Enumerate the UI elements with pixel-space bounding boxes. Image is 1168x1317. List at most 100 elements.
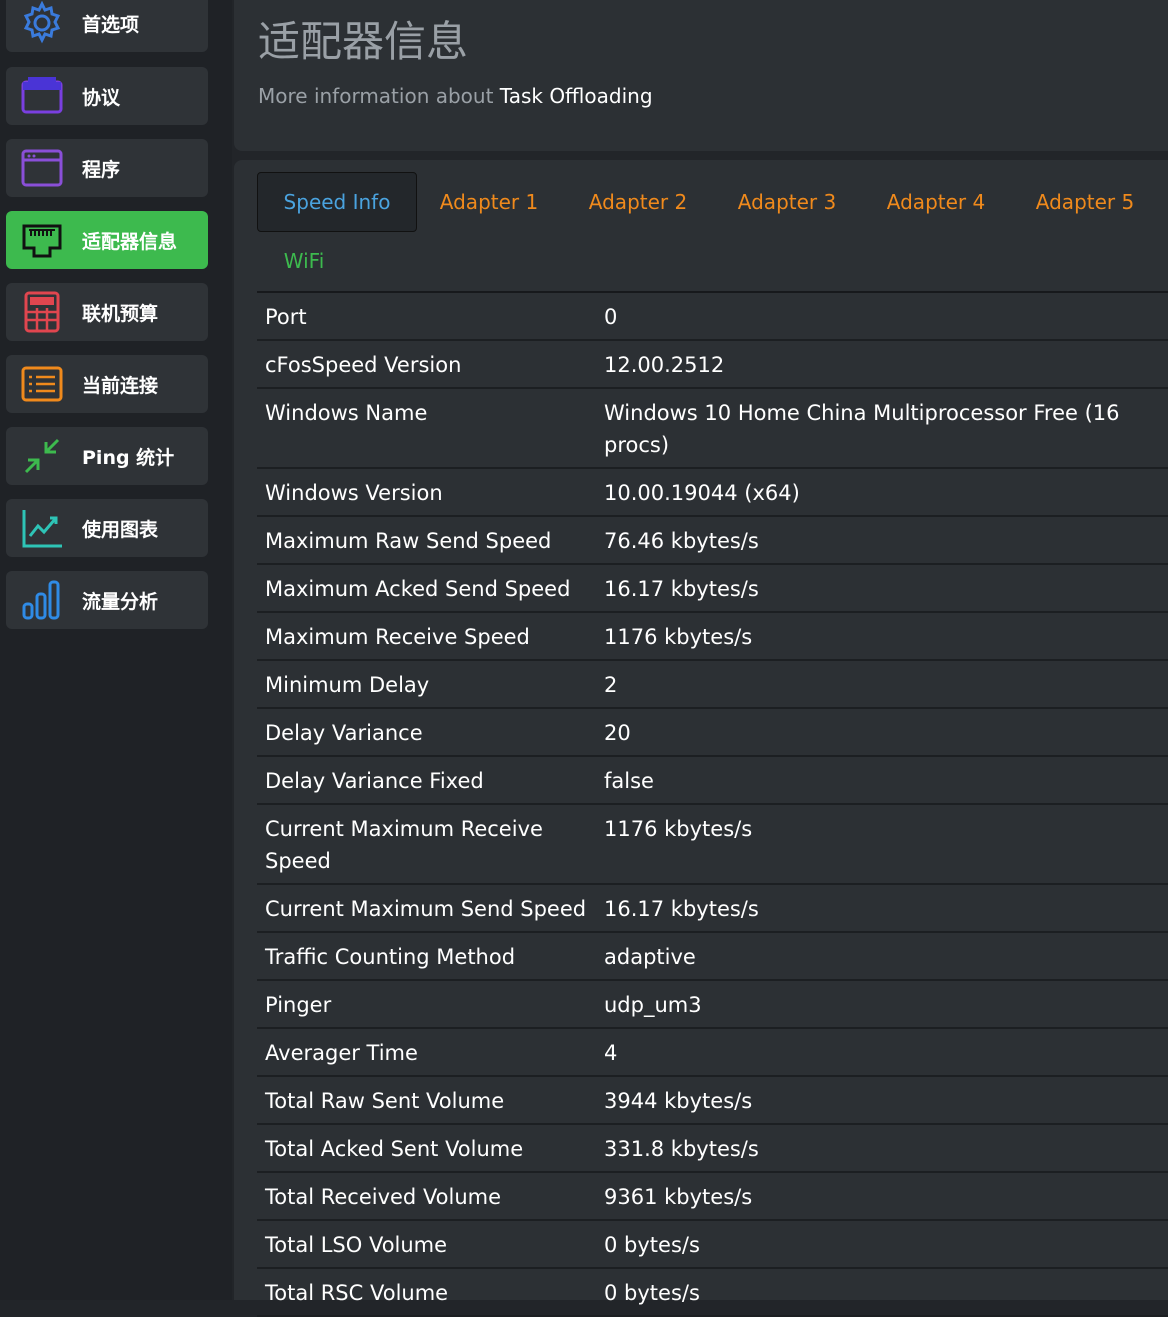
row-key: Total RSC Volume [265,1281,449,1305]
row-value: Windows 10 Home China Multiprocessor Fre… [604,401,1120,457]
table-row: Pinger udp_um3 [257,981,1168,1029]
row-key: Total Received Volume [265,1185,502,1209]
table-row: Total LSO Volume 0 bytes/s [257,1221,1168,1269]
sidebar-item-label: 当前连接 [82,374,159,397]
row-value: udp_um3 [604,993,702,1017]
tab-adapter-3[interactable]: Adapter 3 [728,173,846,231]
row-value: 0 bytes/s [604,1281,700,1305]
content-panel: Speed Info Adapter 1 Adapter 2 Adapter 3… [234,160,1168,1317]
sidebar-item-usage-chart[interactable]: 使用图表 [6,499,208,557]
row-value: 3944 kbytes/s [604,1089,753,1113]
sidebar-item-preferences[interactable]: 首选项 [6,0,208,52]
gear-icon [18,0,66,47]
table-row: Delay Variance 20 [257,709,1168,757]
header-panel: 适配器信息 More information about Task Offloa… [234,0,1168,151]
speed-info-table: Port 0 cFosSpeed Version 12.00.2512 Windows … [257,291,1168,1317]
row-key: Port [265,305,307,329]
sidebar: 首选项 协议 程序 适配器信息 联机预算 当前连接 Ping 统计 使用图表 流… [0,0,232,1300]
sidebar-item-label: 使用图表 [82,518,159,541]
sidebar-item-adapter-info[interactable]: 适配器信息 [6,211,208,269]
row-value: 1176 kbytes/s [604,625,753,649]
sidebar-item-label: 程序 [82,158,121,181]
row-key: Windows Version [265,481,443,505]
network-adapter-icon [18,216,66,264]
table-row: Total RSC Volume 0 bytes/s [257,1269,1168,1317]
row-key: Total Acked Sent Volume [265,1137,524,1161]
tab-speed-info[interactable]: Speed Info [257,172,417,232]
table-row: Maximum Raw Send Speed 76.46 kbytes/s [257,517,1168,565]
bar-chart-icon [18,576,66,624]
row-key: Pinger [265,993,332,1017]
row-key: Windows Name [265,401,428,425]
table-row: Current Maximum Send Speed 16.17 kbytes/s [257,885,1168,933]
calculator-icon [18,288,66,336]
sidebar-item-traffic-analysis[interactable]: 流量分析 [6,571,208,629]
row-value: 0 [604,305,618,329]
table-row: Averager Time 4 [257,1029,1168,1077]
table-row: Maximum Receive Speed 1176 kbytes/s [257,613,1168,661]
row-key: Current Maximum Send Speed [265,897,587,921]
task-offloading-link[interactable]: Task Offloading [500,84,653,108]
tab-adapter-5[interactable]: Adapter 5 [1026,173,1144,231]
row-key: Total LSO Volume [265,1233,448,1257]
table-row: cFosSpeed Version 12.00.2512 [257,341,1168,389]
table-row: Windows Version 10.00.19044 (x64) [257,469,1168,517]
tab-adapter-4[interactable]: Adapter 4 [877,173,995,231]
sidebar-item-label: 首选项 [82,13,140,36]
table-row: Traffic Counting Method adaptive [257,933,1168,981]
sidebar-item-online-budget[interactable]: 联机预算 [6,283,208,341]
tab-adapter-2[interactable]: Adapter 2 [579,173,697,231]
table-row: Total Acked Sent Volume 331.8 kbytes/s [257,1125,1168,1173]
table-row: Total Received Volume 9361 kbytes/s [257,1173,1168,1221]
subtitle-prefix: More information about [258,84,494,108]
row-key: Total Raw Sent Volume [265,1089,505,1113]
table-row: Windows Name Windows 10 Home China Multip… [257,389,1168,469]
list-icon [18,360,66,408]
protocol-window-icon [18,72,66,120]
row-value: 12.00.2512 [604,353,725,377]
sidebar-item-ping-stats[interactable]: Ping 统计 [6,427,208,485]
row-key: Minimum Delay [265,673,430,697]
page-title: 适配器信息 [258,17,469,66]
subtitle: More information about Task Offloading [258,84,653,108]
program-window-icon [18,144,66,192]
row-key: Averager Time [265,1041,418,1065]
table-row: Port 0 [257,293,1168,341]
sidebar-item-label: 联机预算 [82,302,159,325]
table-row: Delay Variance Fixed false [257,757,1168,805]
row-key: Traffic Counting Method [265,945,516,969]
row-value: 1176 kbytes/s [604,817,753,841]
sidebar-item-label: 适配器信息 [82,230,178,253]
sidebar-item-current-connections[interactable]: 当前连接 [6,355,208,413]
row-value: 10.00.19044 (x64) [604,481,800,505]
sidebar-item-programs[interactable]: 程序 [6,139,208,197]
table-row: Maximum Acked Send Speed 16.17 kbytes/s [257,565,1168,613]
line-chart-icon [18,504,66,552]
row-key: Maximum Receive Speed [265,625,530,649]
row-value: 2 [604,673,618,697]
row-key: Current Maximum Receive Speed [265,817,543,873]
table-row: Minimum Delay 2 [257,661,1168,709]
row-value: 331.8 kbytes/s [604,1137,759,1161]
row-value: 0 bytes/s [604,1233,700,1257]
table-row: Current Maximum Receive Speed 1176 kbytes… [257,805,1168,885]
tab-adapter-1[interactable]: Adapter 1 [430,173,548,231]
row-value: 4 [604,1041,618,1065]
compress-arrows-icon [18,432,66,480]
row-key: Maximum Acked Send Speed [265,577,571,601]
sidebar-item-label: 流量分析 [82,590,159,613]
row-value: 20 [604,721,631,745]
row-value: 9361 kbytes/s [604,1185,753,1209]
tab-wifi[interactable]: WiFi [274,232,334,290]
table-row: Total Raw Sent Volume 3944 kbytes/s [257,1077,1168,1125]
row-value: false [604,769,654,793]
row-value: 16.17 kbytes/s [604,577,759,601]
row-key: Delay Variance [265,721,423,745]
row-key: cFosSpeed Version [265,353,462,377]
row-value: adaptive [604,945,696,969]
row-key: Delay Variance Fixed [265,769,484,793]
row-key: Maximum Raw Send Speed [265,529,552,553]
sidebar-item-label: 协议 [82,86,121,109]
row-value: 16.17 kbytes/s [604,897,759,921]
sidebar-item-protocols[interactable]: 协议 [6,67,208,125]
